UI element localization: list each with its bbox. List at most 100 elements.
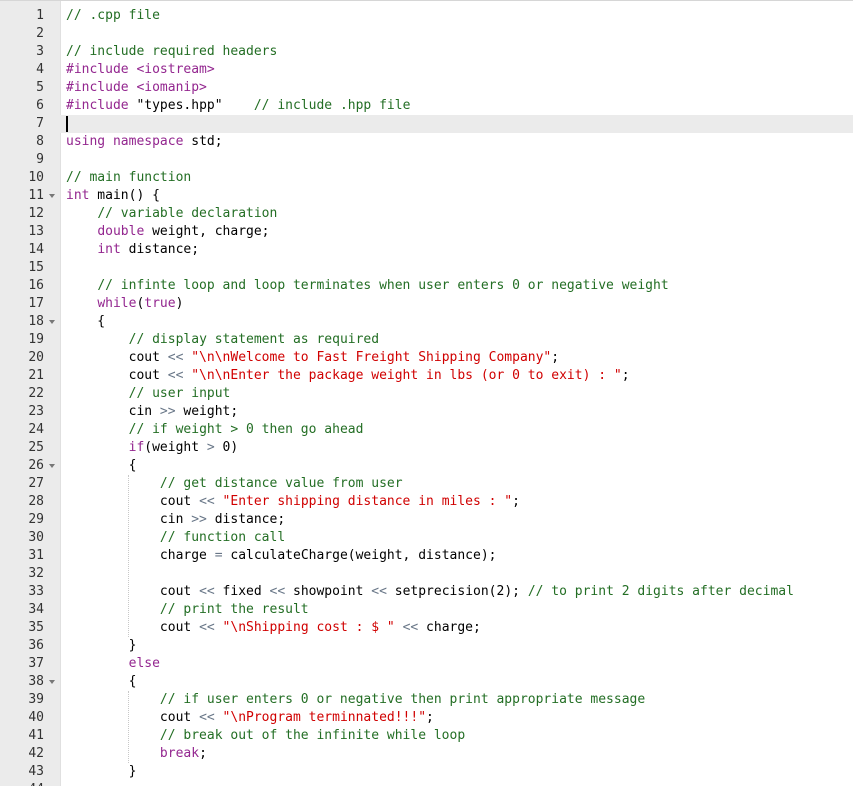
code-token-plain: ) bbox=[175, 296, 184, 311]
code-line[interactable]: 10 // main function bbox=[0, 169, 853, 187]
fold-toggle-icon[interactable] bbox=[49, 194, 55, 198]
code-text: // .cpp file bbox=[66, 7, 160, 25]
line-number: 23 bbox=[28, 404, 44, 419]
code-token-comment: // include .hpp file bbox=[253, 98, 411, 113]
code-line[interactable]: 18 { bbox=[0, 313, 853, 331]
code-line[interactable]: 20 cout << "\n\nWelcome to Fast Freight … bbox=[0, 349, 853, 367]
code-text: // function call bbox=[66, 529, 285, 547]
code-text: #include <iostream> bbox=[66, 61, 215, 79]
code-line[interactable]: 2 bbox=[0, 25, 853, 43]
code-line[interactable]: 5 #include <iomanip> bbox=[0, 79, 853, 97]
code-text: // infinte loop and loop terminates when… bbox=[66, 277, 669, 295]
code-editor[interactable]: 1// .cpp file 2 3// include required heade… bbox=[0, 0, 853, 786]
code-line[interactable]: 13 double weight, charge; bbox=[0, 223, 853, 241]
line-number: 40 bbox=[28, 710, 44, 725]
code-token-operator: << bbox=[199, 620, 215, 635]
code-text: #include "types.hpp" // include .hpp fil… bbox=[66, 97, 410, 115]
code-token-comment: // display statement as required bbox=[128, 332, 380, 347]
code-text: } bbox=[66, 637, 137, 655]
line-number: 43 bbox=[28, 764, 44, 779]
fold-toggle-icon[interactable] bbox=[49, 464, 55, 468]
fold-toggle-icon[interactable] bbox=[49, 680, 55, 684]
code-line[interactable]: 44 bbox=[0, 781, 853, 786]
code-line[interactable]: 24 // if weight > 0 then go ahead bbox=[0, 421, 853, 439]
code-text: { bbox=[66, 313, 105, 331]
line-number: 1 bbox=[36, 8, 44, 23]
code-line[interactable]: 36 } bbox=[0, 637, 853, 655]
code-token-keyword: break bbox=[159, 746, 200, 761]
line-number: 30 bbox=[28, 530, 44, 545]
code-token-operator: << bbox=[167, 368, 184, 383]
code-line[interactable]: 25 if(weight > 0) bbox=[0, 439, 853, 457]
code-token-comment: // get distance value from user bbox=[159, 476, 403, 491]
code-line[interactable]: 8 using namespace std; bbox=[0, 133, 853, 151]
code-text: #include <iomanip> bbox=[66, 79, 207, 97]
line-number: 28 bbox=[28, 494, 44, 509]
code-token-comment: // infinte loop and loop terminates when… bbox=[97, 278, 669, 293]
code-token-comment: // print the result bbox=[159, 602, 309, 617]
line-number: 22 bbox=[28, 386, 44, 401]
code-token-plain: setprecision(2); bbox=[386, 584, 528, 599]
line-number: 41 bbox=[28, 728, 44, 743]
code-line[interactable]: 21 cout << "\n\nEnter the package weight… bbox=[0, 367, 853, 385]
code-text: while(true) bbox=[66, 295, 183, 313]
line-number: 10 bbox=[28, 170, 44, 185]
line-number: 17 bbox=[28, 296, 44, 311]
code-line[interactable]: 11 int main() { bbox=[0, 187, 853, 205]
code-token-plain: showpoint bbox=[285, 584, 372, 599]
code-line[interactable]: 43 } bbox=[0, 763, 853, 781]
line-number: 36 bbox=[28, 638, 44, 653]
line-number: 14 bbox=[28, 242, 44, 257]
code-token-keyword: int bbox=[66, 188, 90, 203]
code-token-plain: weight; bbox=[175, 404, 239, 419]
code-line[interactable]: 9 bbox=[0, 151, 853, 169]
code-text: // get distance value from user bbox=[66, 475, 403, 493]
line-number: 27 bbox=[28, 476, 44, 491]
code-line[interactable]: 19 // display statement as required bbox=[0, 331, 853, 349]
code-text: cout << "\n\nWelcome to Fast Freight Shi… bbox=[66, 349, 559, 367]
code-token-plain: calculateCharge(weight, distance); bbox=[222, 548, 497, 563]
code-line[interactable]: 22 // user input bbox=[0, 385, 853, 403]
code-line[interactable]: 26 { bbox=[0, 457, 853, 475]
code-token-preproc: #include <iostream> bbox=[66, 62, 215, 77]
code-line[interactable]: 14 int distance; bbox=[0, 241, 853, 259]
code-token-string: "\n\nWelcome to Fast Freight Shipping Co… bbox=[191, 350, 552, 365]
code-line[interactable]: 3 // include required headers bbox=[0, 43, 853, 61]
code-text: // break out of the infinite while loop bbox=[66, 727, 465, 745]
code-line[interactable]: 7 bbox=[0, 115, 853, 133]
code-line[interactable]: 23 cin >> weight; bbox=[0, 403, 853, 421]
code-token-keyword: double bbox=[97, 224, 145, 239]
code-token-comment: // to print 2 digits after decimal bbox=[527, 584, 794, 599]
code-text: // include required headers bbox=[66, 43, 277, 61]
line-number: 34 bbox=[28, 602, 44, 617]
code-text: // user input bbox=[66, 385, 231, 403]
code-line[interactable]: 15 bbox=[0, 259, 853, 277]
line-number: 24 bbox=[28, 422, 44, 437]
code-text: cout << "\n\nEnter the package weight in… bbox=[66, 367, 630, 385]
code-line[interactable]: 4 #include <iostream> bbox=[0, 61, 853, 79]
code-line[interactable]: 6 #include "types.hpp" // include .hpp fi… bbox=[0, 97, 853, 115]
code-token-plain: distance; bbox=[206, 512, 286, 527]
line-number: 29 bbox=[28, 512, 44, 527]
fold-toggle-icon[interactable] bbox=[49, 320, 55, 324]
code-token-comment: // function call bbox=[159, 530, 286, 545]
code-line[interactable]: 16 // infinte loop and loop terminates w… bbox=[0, 277, 853, 295]
line-number: 38 bbox=[28, 674, 44, 689]
code-text: // variable declaration bbox=[66, 205, 277, 223]
code-line[interactable]: 37 else bbox=[0, 655, 853, 673]
line-number: 39 bbox=[28, 692, 44, 707]
code-line[interactable]: 12 // variable declaration bbox=[0, 205, 853, 223]
code-line[interactable]: 38 { bbox=[0, 673, 853, 691]
code-token-keyword: using bbox=[66, 134, 106, 149]
code-line[interactable]: 17 while(true) bbox=[0, 295, 853, 313]
code-line[interactable]: 1 // .cpp file bbox=[0, 7, 853, 25]
code-text: // print the result bbox=[66, 601, 309, 619]
line-number: 13 bbox=[28, 224, 44, 239]
